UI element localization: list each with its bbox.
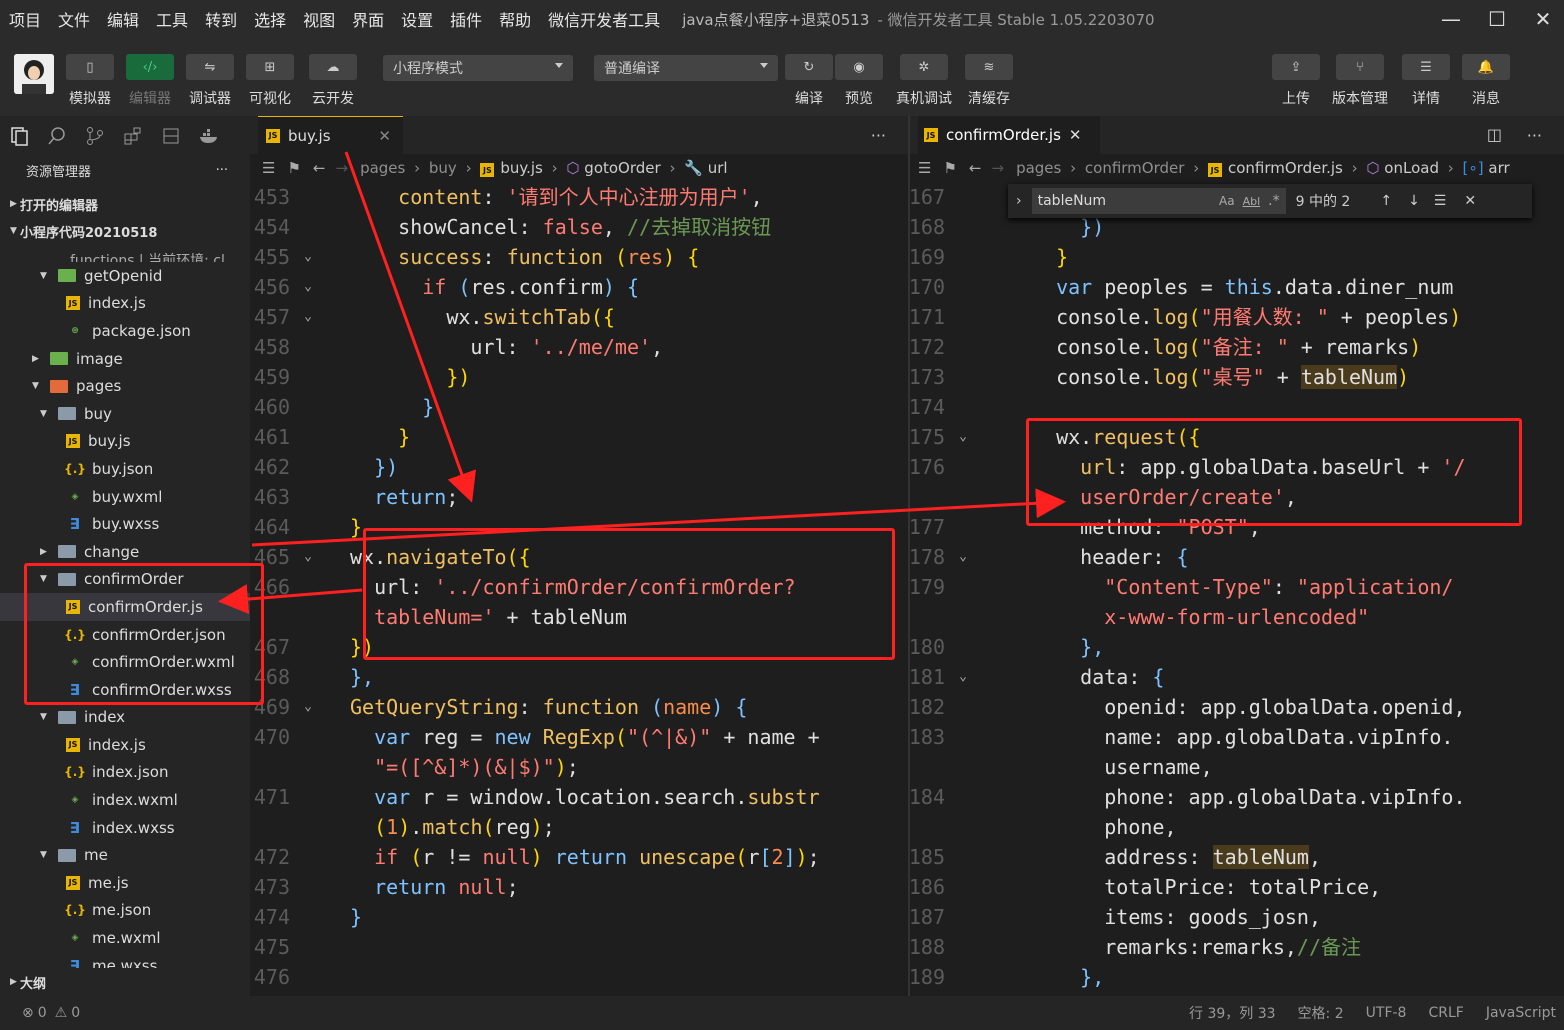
annotation-arrows <box>218 151 1066 615</box>
devtools-window: 项目 文件 编辑 工具 转到 选择 视图 界面 设置 插件 帮助 微信开发者工具 java点餐小程序+退… <box>0 0 1564 1030</box>
